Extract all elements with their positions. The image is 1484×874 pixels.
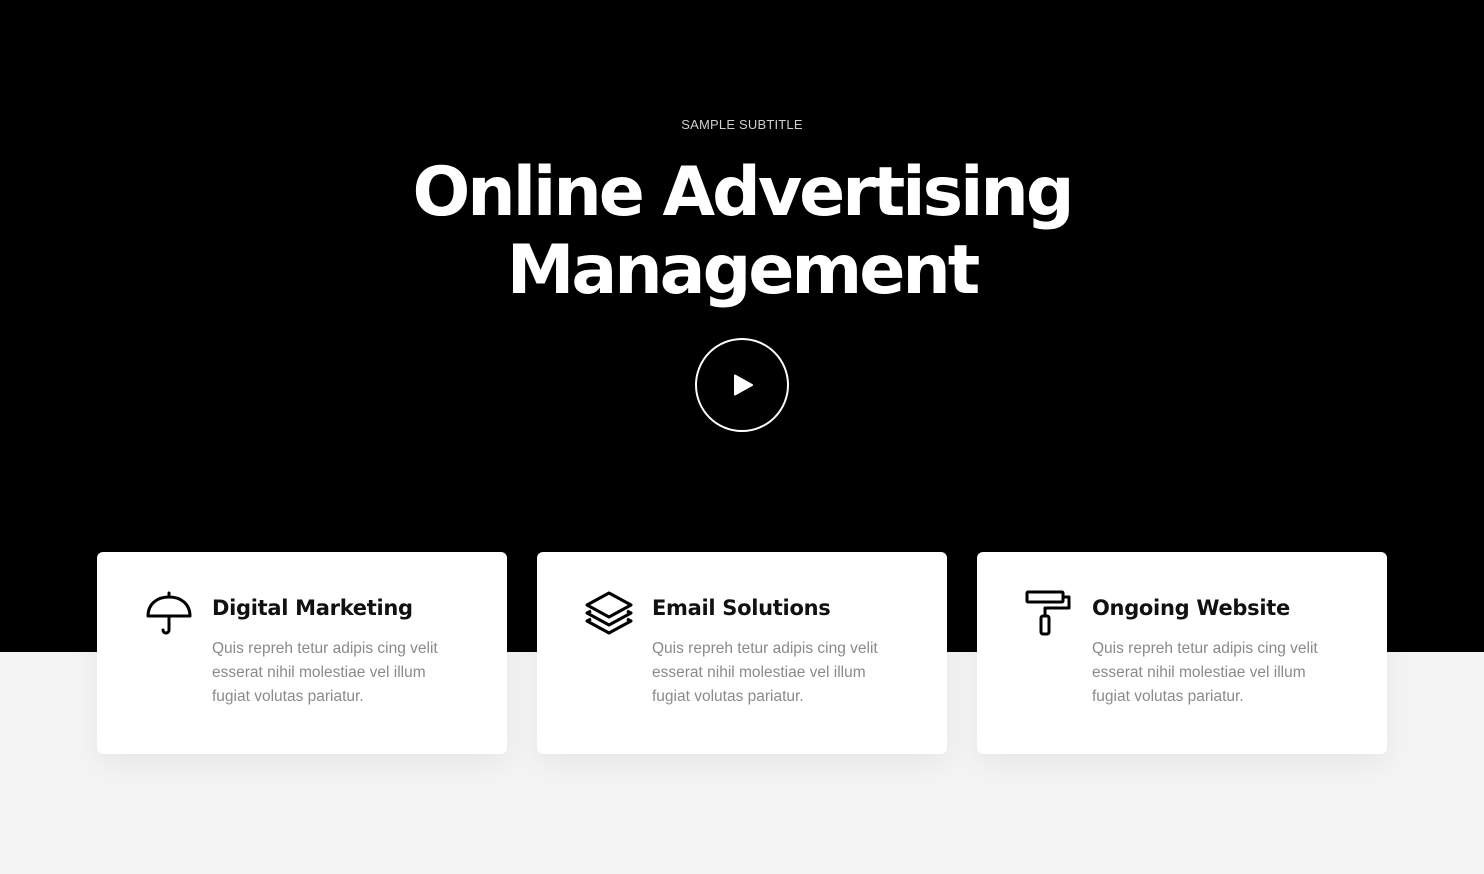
paint-roller-icon <box>1025 590 1073 638</box>
hero-title-line-2: Management <box>506 231 981 310</box>
hero-title: Online Advertising Management <box>0 154 1484 310</box>
hero-subtitle: SAMPLE SUBTITLE <box>681 117 803 132</box>
service-card-email-solutions: Email Solutions Quis repreh tetur adipis… <box>537 552 947 754</box>
card-description: Quis repreh tetur adipis cing velit esse… <box>652 640 878 705</box>
play-video-button[interactable] <box>695 338 789 432</box>
card-title: Digital Marketing <box>212 596 413 620</box>
card-description: Quis repreh tetur adipis cing velit esse… <box>1092 640 1318 705</box>
card-title: Email Solutions <box>652 596 831 620</box>
layers-icon <box>585 590 633 638</box>
play-icon <box>734 374 753 396</box>
card-title: Ongoing Website <box>1092 596 1290 620</box>
service-card-ongoing-website: Ongoing Website Quis repreh tetur adipis… <box>977 552 1387 754</box>
card-description: Quis repreh tetur adipis cing velit esse… <box>212 640 438 705</box>
service-card-digital-marketing: Digital Marketing Quis repreh tetur adip… <box>97 552 507 754</box>
hero-title-line-1: Online Advertising <box>412 153 1074 232</box>
umbrella-icon <box>145 590 193 638</box>
page: SAMPLE SUBTITLE Online Advertising Manag… <box>0 0 1484 874</box>
